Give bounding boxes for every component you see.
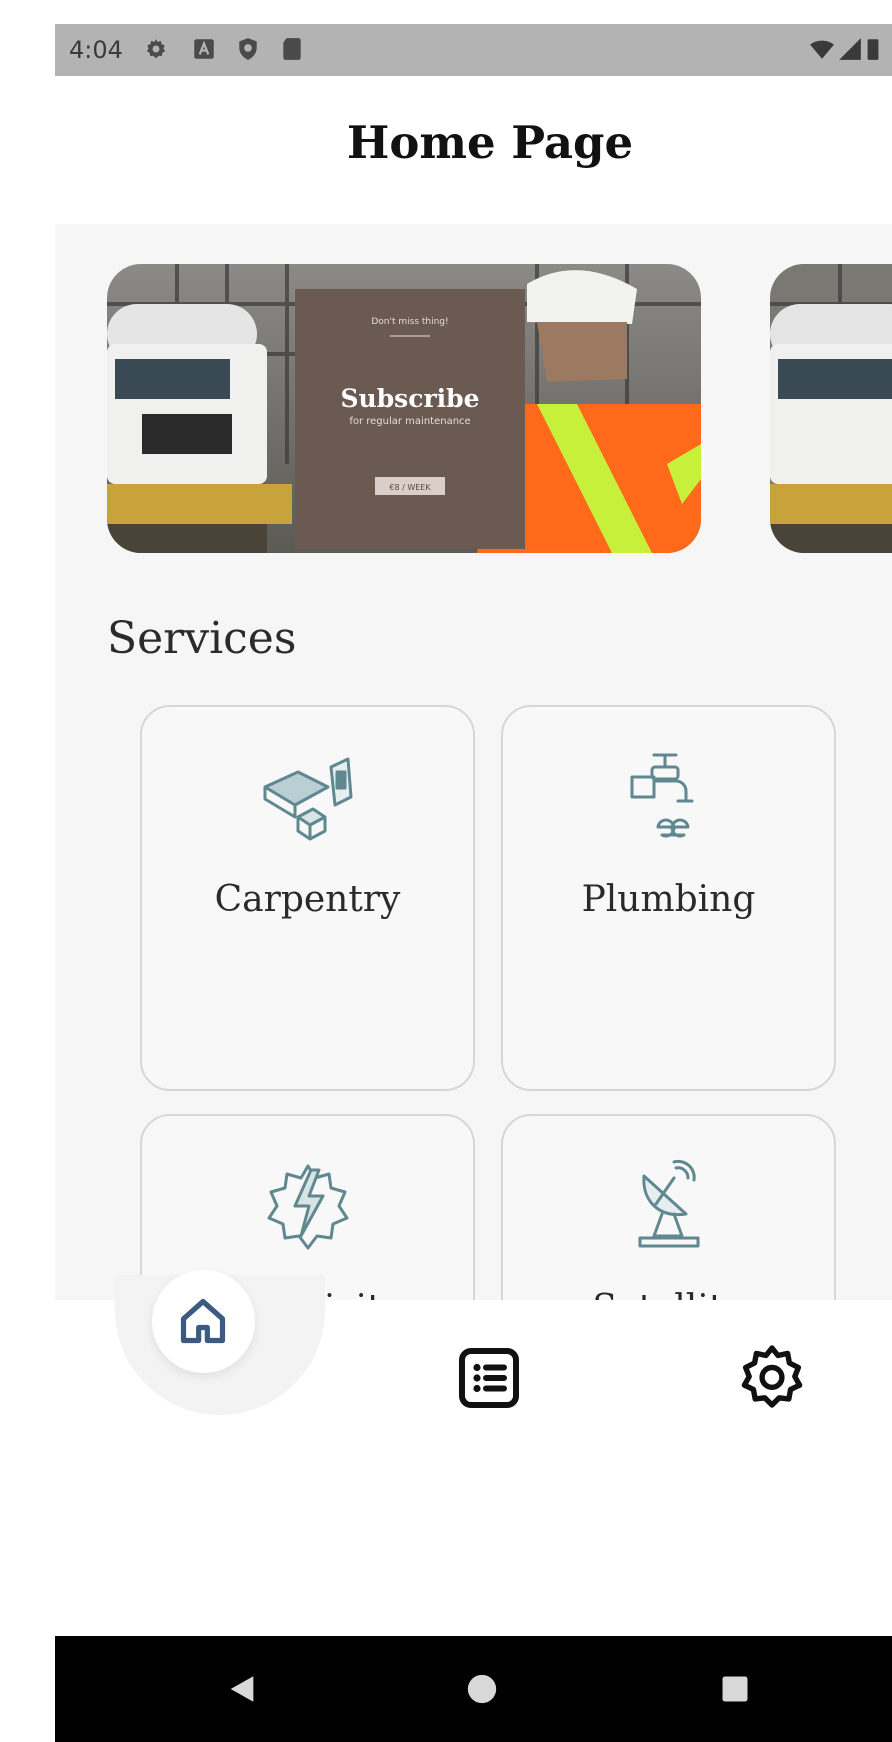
electricity-icon: [267, 1164, 348, 1250]
banner-tagline: Don't miss thing!: [371, 317, 448, 327]
plumbing-icon: [630, 753, 693, 838]
construction-photo: [770, 264, 892, 553]
sdcard-icon: [283, 38, 301, 60]
carpentry-icon: [263, 757, 352, 841]
banner-peek[interactable]: [770, 264, 892, 553]
satellite-icon: [638, 1159, 699, 1248]
service-card-carpentry[interactable]: Carpentry: [140, 705, 475, 1091]
system-navigation-bar: [55, 1636, 892, 1742]
shield-icon: [239, 38, 257, 60]
service-label: Carpentry: [214, 879, 401, 920]
battery-icon: [867, 39, 879, 60]
recents-icon[interactable]: [720, 1674, 750, 1704]
settings-icon[interactable]: [736, 1342, 808, 1414]
services-heading: Services: [107, 612, 297, 664]
construction-photo: Don't miss thing! Subscribe for regular …: [107, 264, 701, 553]
signal-icon: [839, 38, 861, 60]
page-title: Home Page: [346, 116, 634, 169]
service-card-plumbing[interactable]: Plumbing: [501, 705, 836, 1091]
status-bar: 4:04: [55, 24, 892, 76]
list-icon[interactable]: [453, 1342, 525, 1414]
banner-headline: Subscribe: [340, 384, 479, 413]
home-icon: [180, 1298, 226, 1344]
status-time: 4:04: [69, 36, 123, 64]
banner-subtext: for regular maintenance: [349, 416, 470, 427]
service-label: Plumbing: [581, 879, 756, 920]
gear-icon: [146, 39, 166, 59]
a-box-icon: [194, 39, 214, 59]
bottom-navigation: [55, 1270, 892, 1500]
banner-price-tag: €8 / WEEK: [389, 483, 431, 492]
app-bar: Home Page: [55, 76, 892, 224]
subscribe-banner[interactable]: Don't miss thing! Subscribe for regular …: [107, 264, 701, 553]
home-circle-icon[interactable]: [465, 1672, 499, 1706]
back-icon[interactable]: [225, 1672, 259, 1706]
nav-home-button[interactable]: [152, 1270, 255, 1373]
screen: 4:04 Home Page Don't miss thing! Subscri…: [55, 24, 892, 1742]
wifi-icon: [810, 40, 834, 59]
